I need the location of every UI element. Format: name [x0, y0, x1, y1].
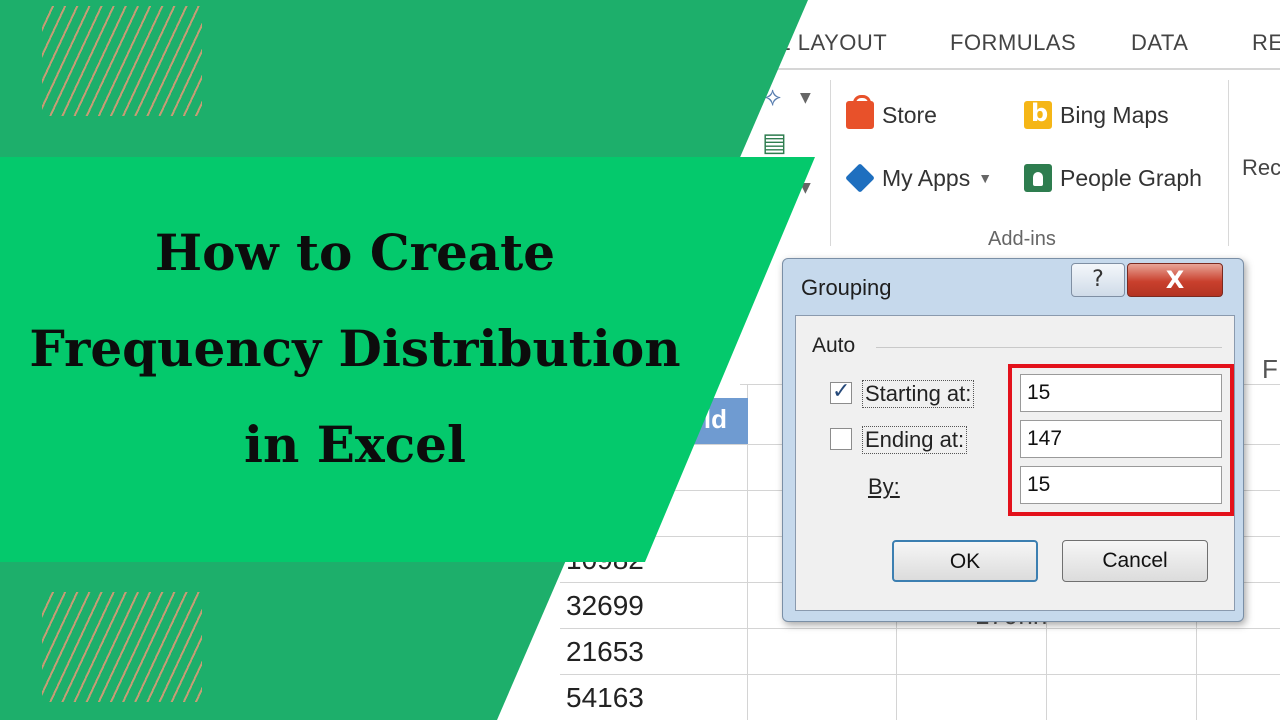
- store-label: Store: [882, 101, 937, 128]
- dialog-body: Auto Starting at: 15 Ending at: 147 By: …: [795, 315, 1235, 611]
- column-header-f[interactable]: F: [1262, 354, 1278, 385]
- grid-line: [560, 628, 1280, 629]
- dialog-title: Grouping: [801, 275, 892, 300]
- by-label: By:: [868, 474, 900, 499]
- highlight-box: [1008, 364, 1234, 516]
- close-button[interactable]: X: [1127, 263, 1223, 297]
- my-apps-label: My Apps: [882, 164, 971, 191]
- ok-button[interactable]: OK: [892, 540, 1038, 582]
- ribbon-divider: [740, 68, 1280, 70]
- tab-formulas[interactable]: FORMULAS: [950, 30, 1076, 56]
- chevron-down-icon[interactable]: ▼: [978, 170, 992, 186]
- my-apps-button[interactable]: My Apps ▼: [845, 163, 992, 193]
- tab-review[interactable]: RE: [1252, 30, 1280, 56]
- ending-at-checkbox[interactable]: [830, 428, 852, 450]
- cell-value[interactable]: 54163: [566, 682, 644, 714]
- bing-maps-button[interactable]: Bing Maps: [1024, 99, 1169, 129]
- tab-page-layout[interactable]: E LAYOUT: [776, 30, 887, 56]
- ribbon-group-separator: [1228, 80, 1229, 246]
- cell-value[interactable]: 21653: [566, 636, 644, 668]
- ending-at-label: Ending at:: [862, 426, 968, 454]
- ribbon-group-separator: [830, 80, 831, 246]
- excel-window: E LAYOUT FORMULAS DATA RE ⟡ ▼ ▤ ▼ Store …: [0, 0, 1280, 720]
- addins-group-label: Add-ins: [988, 228, 1056, 250]
- people-graph-label: People Graph: [1060, 164, 1202, 191]
- bing-maps-label: Bing Maps: [1060, 101, 1169, 128]
- tab-data[interactable]: DATA: [1131, 30, 1188, 56]
- people-graph-button[interactable]: People Graph: [1024, 164, 1202, 192]
- grouping-dialog: Grouping ? X Auto Starting at: 15 Ending…: [782, 258, 1244, 622]
- cancel-button[interactable]: Cancel: [1062, 540, 1208, 582]
- cell-value[interactable]: 10982: [566, 544, 644, 576]
- starting-at-checkbox[interactable]: [830, 379, 852, 404]
- recommended-label[interactable]: Rec: [1242, 155, 1280, 181]
- help-button[interactable]: ?: [1071, 263, 1125, 297]
- shapes-icon[interactable]: ⟡: [764, 82, 781, 113]
- cell-value[interactable]: 32699: [566, 590, 644, 622]
- chevron-down-icon[interactable]: ▼: [800, 90, 811, 106]
- auto-group-label: Auto: [812, 334, 856, 357]
- group-divider: [876, 347, 1222, 348]
- smartart-icon[interactable]: ▤: [762, 128, 787, 158]
- apps-icon: [845, 163, 875, 193]
- grid-line: [560, 674, 1280, 675]
- store-icon: [846, 95, 874, 129]
- bing-icon: [1024, 99, 1052, 129]
- people-graph-icon: [1024, 164, 1052, 192]
- chevron-down-icon[interactable]: ▼: [800, 180, 811, 196]
- starting-at-label: Starting at:: [862, 380, 975, 408]
- store-button[interactable]: Store: [846, 95, 937, 129]
- column-header-cell[interactable]: old: [680, 398, 748, 444]
